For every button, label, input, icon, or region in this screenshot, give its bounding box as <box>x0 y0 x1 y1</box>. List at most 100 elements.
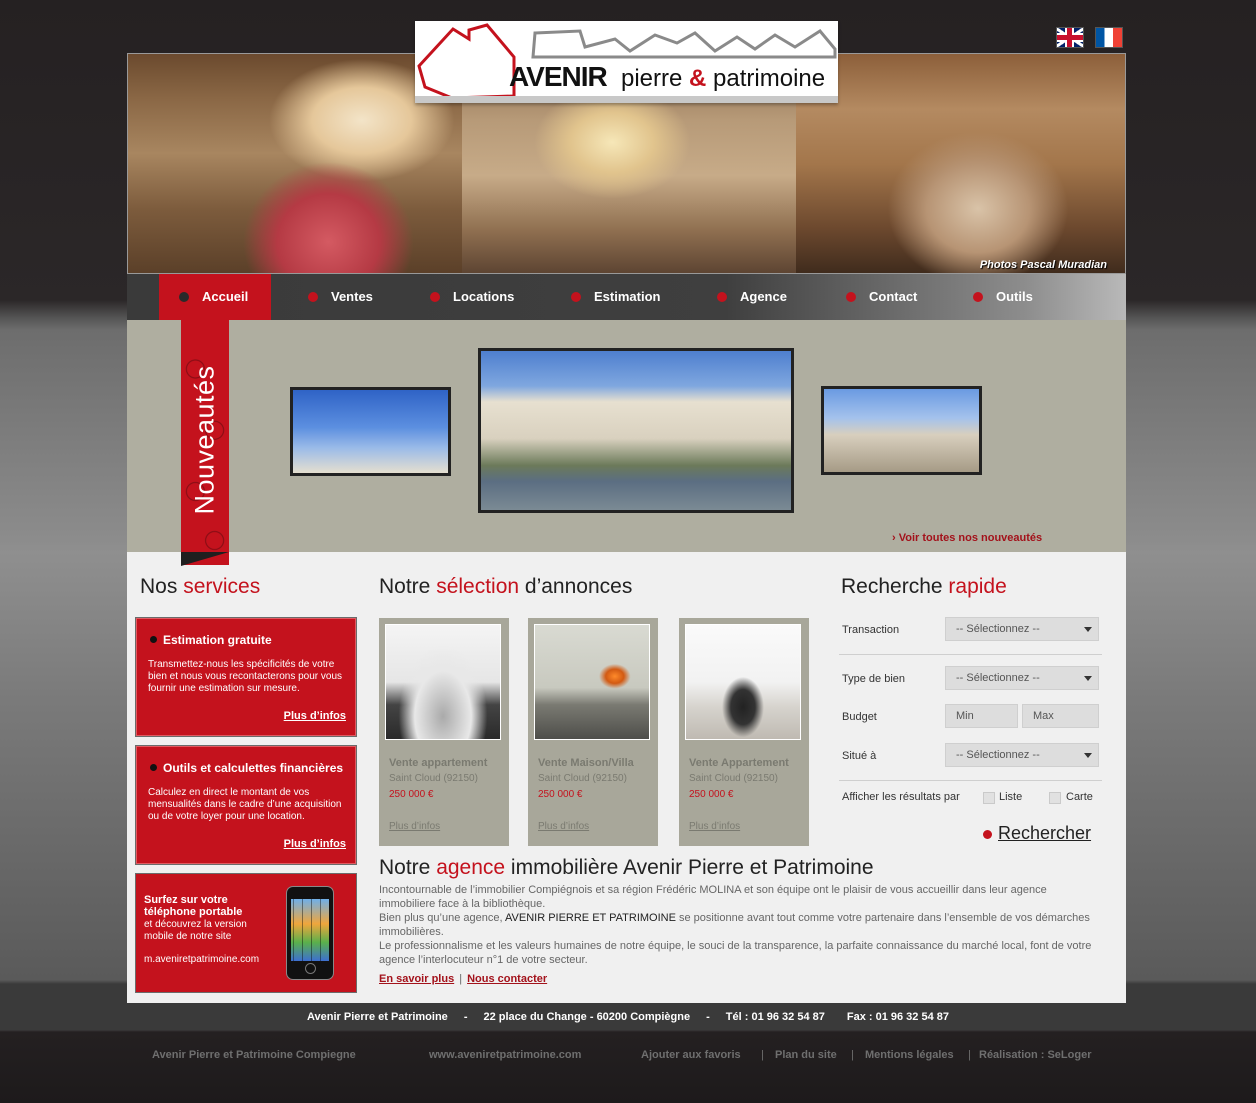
footer-separator: - <box>706 1011 710 1023</box>
learn-more-link[interactable]: En savoir plus <box>379 973 454 985</box>
bullet-icon <box>846 291 856 302</box>
footer-link-separator: | <box>851 1049 854 1061</box>
property-type-select[interactable]: -- Sélectionnez -- <box>945 666 1099 690</box>
services-title: Nos services <box>140 575 260 599</box>
footer-link-separator: | <box>761 1049 764 1061</box>
listing-type: Vente Maison/Villa <box>538 757 634 769</box>
mobile-text: et découvrez la version mobile de notre … <box>144 919 247 942</box>
news-ribbon-label: Nouveautés <box>181 340 229 540</box>
services-title-a: Nos <box>140 575 184 598</box>
main-nav: Accueil Ventes Locations Estimation Agen… <box>127 274 1126 320</box>
main-container: Photos Pascal Muradian Accueil Ventes Lo… <box>127 53 1126 1003</box>
hero-photo-salon <box>796 54 1125 273</box>
listing-photo[interactable] <box>685 624 801 740</box>
listing-photo[interactable] <box>534 624 650 740</box>
nav-item-outils[interactable]: Outils <box>973 274 1033 320</box>
listing-location: Saint Cloud (92150) <box>389 773 478 784</box>
listing-photo[interactable] <box>385 624 501 740</box>
listing-type: Vente Appartement <box>689 757 789 769</box>
list-view-checkbox[interactable] <box>983 792 995 804</box>
listing-card[interactable]: Vente appartement Saint Cloud (92150) 25… <box>379 618 509 846</box>
listing-card[interactable]: Vente Appartement Saint Cloud (92150) 25… <box>679 618 809 846</box>
nav-item-accueil[interactable]: Accueil <box>159 274 271 320</box>
bullet-icon <box>150 636 157 644</box>
location-select[interactable]: -- Sélectionnez -- <box>945 743 1099 767</box>
service-title-text: Estimation gratuite <box>163 633 272 647</box>
location-label: Situé à <box>842 750 877 762</box>
site-logo[interactable]: AVENIR pierre & patrimoine <box>415 21 838 103</box>
selection-title-b: sélection <box>436 575 520 598</box>
chevron-down-icon <box>1084 627 1092 632</box>
nav-item-ventes[interactable]: Ventes <box>308 274 373 320</box>
search-button[interactable]: Rechercher <box>983 823 1091 844</box>
bullet-icon <box>973 291 983 302</box>
chevron-down-icon <box>1084 676 1092 681</box>
logo-word-rest: pierre & patrimoine <box>621 65 825 93</box>
search-title: Recherche rapide <box>841 575 1007 599</box>
legal-link[interactable]: Mentions légales <box>865 1049 954 1061</box>
service-more-link[interactable]: Plus d’infos <box>284 838 346 850</box>
footer-address: Avenir Pierre et Patrimoine - 22 place du … <box>0 1011 1256 1023</box>
agency-paragraph-1: Incontournable de l’immobilier Compiégno… <box>379 884 1047 910</box>
agency-title-b: agence <box>436 856 506 879</box>
footer-company: Avenir Pierre et Patrimoine <box>306 1011 448 1023</box>
map-view-label: Carte <box>1066 791 1093 803</box>
service-title: Outils et calculettes financières <box>150 761 343 775</box>
nav-item-locations[interactable]: Locations <box>430 274 514 320</box>
news-photo-3[interactable] <box>821 386 982 475</box>
listing-more-link[interactable]: Plus d’infos <box>689 821 740 832</box>
footer-separator: - <box>463 1011 468 1023</box>
photo-credit: Photos Pascal Muradian <box>979 259 1107 271</box>
add-favorites-link[interactable]: Ajouter aux favoris <box>641 1049 741 1061</box>
logo-underline <box>415 96 838 103</box>
budget-min-input[interactable]: Min <box>945 704 1018 728</box>
see-all-news-link[interactable]: › Voir toutes nos nouveautés <box>892 532 1042 544</box>
listing-price: 250 000 € <box>389 789 434 800</box>
flag-french-icon[interactable] <box>1095 27 1123 48</box>
select-value: -- Sélectionnez -- <box>956 749 1040 761</box>
transaction-label: Transaction <box>842 624 900 636</box>
nav-item-agence[interactable]: Agence <box>717 274 787 320</box>
budget-max-input[interactable]: Max <box>1022 704 1099 728</box>
news-photo-1[interactable] <box>290 387 451 476</box>
listing-price: 250 000 € <box>538 789 583 800</box>
footer-brand-link[interactable]: Avenir Pierre et Patrimoine Compiegne <box>152 1049 356 1061</box>
sitemap-link[interactable]: Plan du site <box>775 1049 837 1061</box>
credit-link[interactable]: Réalisation : SeLoger <box>979 1049 1091 1061</box>
nav-item-estimation[interactable]: Estimation <box>571 274 660 320</box>
service-more-link[interactable]: Plus d’infos <box>284 710 346 722</box>
listing-more-link[interactable]: Plus d’infos <box>538 821 589 832</box>
logo-word-pierre: pierre <box>621 65 683 92</box>
transaction-select[interactable]: -- Sélectionnez -- <box>945 617 1099 641</box>
map-view-checkbox[interactable] <box>1049 792 1061 804</box>
footer-site-link[interactable]: www.aveniretpatrimoine.com <box>429 1049 581 1061</box>
listing-more-link[interactable]: Plus d’infos <box>389 821 440 832</box>
hero-photo-bedroom <box>128 54 462 273</box>
display-results-label: Afficher les résultats par <box>842 791 960 803</box>
nav-item-contact[interactable]: Contact <box>846 274 917 320</box>
flag-english-icon[interactable] <box>1056 27 1084 48</box>
logo-ampersand: & <box>689 65 707 92</box>
agency-title-c: immobilière Avenir Pierre et Patrimoine <box>505 856 874 879</box>
listing-location: Saint Cloud (92150) <box>538 773 627 784</box>
agency-paragraph-2: Bien plus qu’une agence, AVENIR PIERRE E… <box>379 911 1099 939</box>
listing-price: 250 000 € <box>689 789 734 800</box>
bullet-icon <box>179 291 189 302</box>
contact-us-link[interactable]: Nous contacter <box>467 973 547 985</box>
selection-title: Notre sélection d’annonces <box>379 575 632 599</box>
service-tools: Outils et calculettes financières Calcul… <box>135 745 357 865</box>
listing-card[interactable]: Vente Maison/Villa Saint Cloud (92150) 2… <box>528 618 658 846</box>
service-title: Estimation gratuite <box>150 633 272 647</box>
agency-p2-start: Bien plus qu’une agence, <box>379 912 505 924</box>
mobile-title: Surfez sur votre téléphone portable <box>144 894 243 918</box>
mobile-url[interactable]: m.aveniretpatrimoine.com <box>144 954 259 965</box>
bullet-icon <box>430 291 440 302</box>
news-photo-2[interactable] <box>478 348 794 513</box>
phone-screen <box>291 899 329 961</box>
service-text: Transmettez-nous les spécificités de vot… <box>148 659 343 694</box>
mobile-site-box[interactable]: Surfez sur votre téléphone portable et d… <box>135 873 357 993</box>
bullet-icon <box>571 291 581 302</box>
listing-type: Vente appartement <box>389 757 488 769</box>
agency-title-a: Notre <box>379 856 437 879</box>
agency-p2-name: AVENIR PIERRE ET PATRIMOINE <box>505 912 676 924</box>
